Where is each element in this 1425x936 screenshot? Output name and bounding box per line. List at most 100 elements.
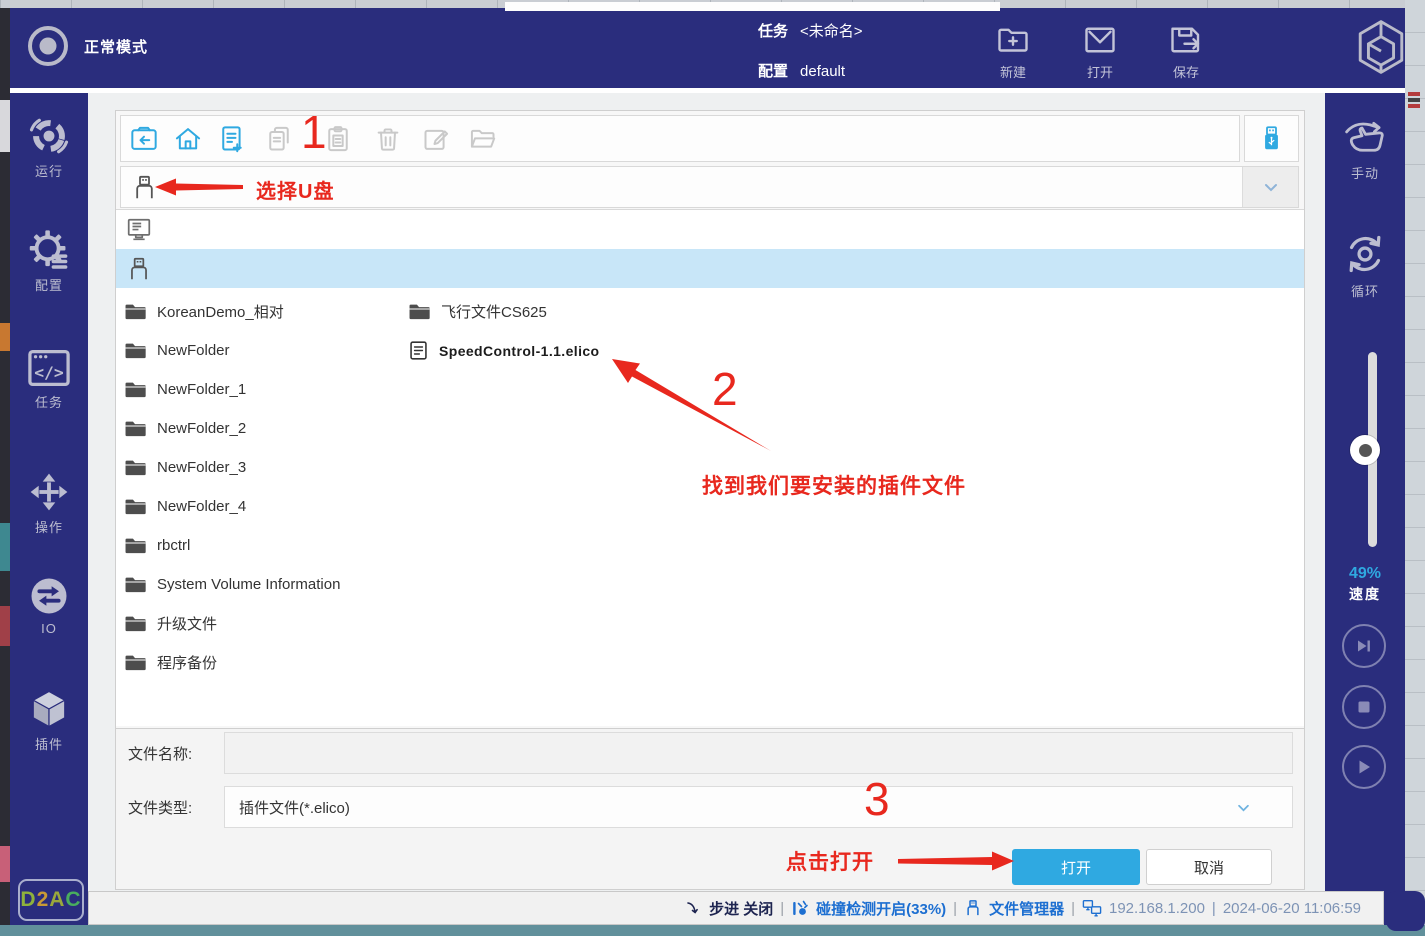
usb-drive-button[interactable] bbox=[1244, 115, 1299, 162]
move-arrows-icon bbox=[28, 471, 70, 513]
d2ac-badge[interactable]: D2AC bbox=[18, 879, 84, 921]
open-task-button[interactable]: 打开 bbox=[1068, 22, 1132, 81]
file-manager-panel: KoreanDemo_相对 NewFolder bbox=[115, 110, 1305, 890]
path-dropdown-chevron-zone[interactable] bbox=[1242, 167, 1298, 207]
new-task-icon bbox=[995, 22, 1031, 58]
left-sidebar: 运行 配置 bbox=[10, 93, 88, 925]
sidebar-item-jog[interactable]: 操作 bbox=[10, 471, 88, 536]
file-item[interactable]: 升级文件 bbox=[124, 604, 340, 643]
sidebar-item-loop[interactable]: 循环 bbox=[1325, 231, 1405, 300]
delete-icon[interactable] bbox=[374, 125, 402, 153]
folder-icon bbox=[124, 653, 147, 672]
file-item[interactable]: 飞行文件CS625 bbox=[408, 292, 600, 331]
window-corner bbox=[1386, 891, 1425, 931]
background-artifact bbox=[0, 100, 10, 152]
computer-icon bbox=[126, 217, 152, 243]
play-icon bbox=[1354, 757, 1374, 777]
chevron-down-icon bbox=[1264, 183, 1278, 192]
stop-icon bbox=[1354, 697, 1374, 717]
folder-icon bbox=[124, 380, 147, 399]
config-value: default bbox=[800, 63, 845, 80]
new-task-label: 新建 bbox=[1000, 62, 1026, 81]
file-item[interactable]: NewFolder_1 bbox=[124, 370, 340, 409]
home-icon[interactable] bbox=[174, 125, 202, 153]
background-artifact bbox=[1408, 104, 1420, 108]
file-item-label: 升级文件 bbox=[157, 613, 217, 634]
ip-address: 192.168.1.200 bbox=[1109, 900, 1205, 917]
open-button[interactable]: 打开 bbox=[1012, 849, 1140, 885]
code-window-icon: </> bbox=[27, 348, 71, 388]
step-forward-button[interactable] bbox=[1342, 624, 1386, 668]
mode-indicator[interactable]: 正常模式 bbox=[26, 24, 148, 68]
stop-button[interactable] bbox=[1342, 685, 1386, 729]
file-item-label: KoreanDemo_相对 bbox=[157, 301, 284, 322]
background-artifact bbox=[0, 523, 10, 571]
file-item-label: 程序备份 bbox=[157, 652, 217, 673]
step-mode-icon bbox=[686, 900, 702, 916]
sidebar-item-config[interactable]: 配置 bbox=[10, 229, 88, 294]
speed-label: 速度 bbox=[1325, 584, 1405, 604]
file-item[interactable]: NewFolder bbox=[124, 331, 340, 370]
go-up-folder-icon[interactable] bbox=[130, 125, 158, 153]
screen: 正常模式 任务 <未命名> 配置 default 新建 打开 bbox=[0, 0, 1425, 936]
background-left-strip bbox=[0, 8, 10, 925]
open-folder-icon[interactable] bbox=[469, 125, 497, 153]
task-label: 任务 bbox=[758, 20, 788, 41]
sidebar-item-label: 手动 bbox=[1351, 163, 1379, 182]
filetype-select[interactable]: 插件文件(*.elico) bbox=[224, 786, 1293, 828]
file-column-1: KoreanDemo_相对 NewFolder bbox=[124, 292, 340, 682]
filename-label: 文件名称: bbox=[128, 743, 192, 764]
file-item-label: System Volume Information bbox=[157, 576, 340, 593]
gear-icon bbox=[28, 229, 70, 271]
sidebar-item-task[interactable]: </> 任务 bbox=[10, 348, 88, 411]
background-artifact bbox=[0, 323, 10, 351]
background-artifact bbox=[0, 846, 10, 882]
sidebar-item-label: 运行 bbox=[35, 161, 63, 180]
play-button[interactable] bbox=[1342, 745, 1386, 789]
usb-plug-icon bbox=[131, 174, 158, 201]
file-item[interactable]: NewFolder_3 bbox=[124, 448, 340, 487]
file-item-label: NewFolder_3 bbox=[157, 459, 246, 476]
path-dropdown[interactable] bbox=[120, 166, 1299, 208]
file-manager-text: 文件管理器 bbox=[989, 898, 1064, 919]
new-file-icon[interactable] bbox=[218, 125, 246, 153]
folder-icon bbox=[124, 458, 147, 477]
speed-slider-thumb[interactable] bbox=[1350, 435, 1380, 465]
file-item[interactable]: NewFolder_2 bbox=[124, 409, 340, 448]
file-item[interactable]: 程序备份 bbox=[124, 643, 340, 682]
cancel-button[interactable]: 取消 bbox=[1146, 849, 1272, 885]
folder-icon bbox=[124, 575, 147, 594]
config-label: 配置 bbox=[758, 60, 788, 81]
filetype-value: 插件文件(*.elico) bbox=[239, 797, 350, 818]
file-item[interactable]: KoreanDemo_相对 bbox=[124, 292, 340, 331]
file-item[interactable]: rbctrl bbox=[124, 526, 340, 565]
background-right-strip bbox=[1405, 0, 1425, 936]
paste-icon[interactable] bbox=[324, 125, 352, 153]
io-icon bbox=[28, 575, 70, 617]
copy-icon[interactable] bbox=[265, 125, 293, 153]
file-item[interactable]: SpeedControl-1.1.elico bbox=[408, 331, 600, 370]
file-item[interactable]: NewFolder_4 bbox=[124, 487, 340, 526]
sidebar-item-label: 配置 bbox=[35, 275, 63, 294]
datetime: 2024-06-20 11:06:59 bbox=[1223, 900, 1361, 917]
drive-option-row[interactable] bbox=[116, 249, 1304, 288]
sidebar-item-io[interactable]: IO bbox=[10, 575, 88, 636]
collision-icon bbox=[791, 899, 809, 917]
rename-icon[interactable] bbox=[422, 125, 450, 153]
save-task-icon bbox=[1168, 22, 1204, 58]
file-item-label: NewFolder_2 bbox=[157, 420, 246, 437]
hand-icon bbox=[1342, 117, 1388, 159]
file-item-label: 飞行文件CS625 bbox=[441, 301, 547, 322]
sidebar-item-plugin[interactable]: 插件 bbox=[10, 688, 88, 753]
folder-icon bbox=[124, 419, 147, 438]
folder-icon bbox=[124, 536, 147, 555]
sidebar-item-manual[interactable]: 手动 bbox=[1325, 117, 1405, 182]
sidebar-item-run[interactable]: 运行 bbox=[10, 115, 88, 180]
drive-option-row[interactable] bbox=[116, 210, 1304, 249]
svg-text:</>: </> bbox=[34, 363, 64, 382]
filename-input[interactable] bbox=[224, 732, 1293, 774]
file-item[interactable]: System Volume Information bbox=[124, 565, 340, 604]
task-value: <未命名> bbox=[800, 20, 863, 41]
new-task-button[interactable]: 新建 bbox=[981, 22, 1045, 81]
save-task-button[interactable]: 保存 bbox=[1154, 22, 1218, 81]
